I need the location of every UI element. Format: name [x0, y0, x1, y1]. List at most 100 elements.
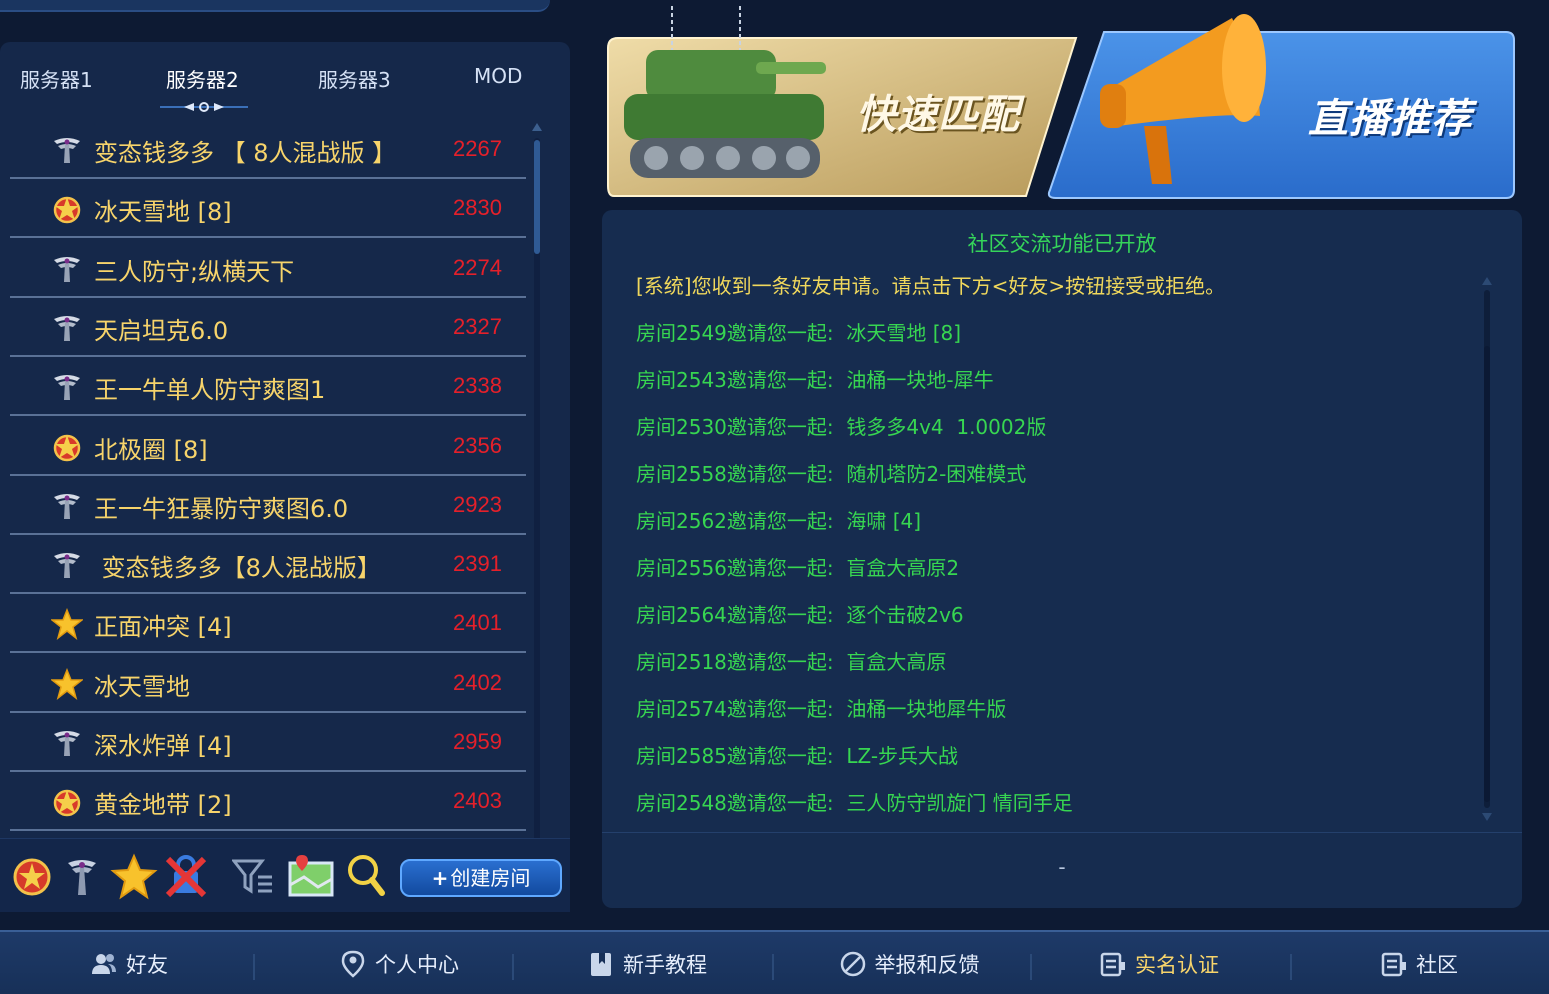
room-row[interactable]: 王一牛单人防守爽图1 2338 [10, 357, 526, 417]
room-number: 2356 [453, 432, 502, 458]
invite-message[interactable]: 房间2574邀请您一起: 油桶一块地犀牛版 [636, 693, 1006, 722]
invite-message[interactable]: 房间2548邀请您一起: 三人防守凯旋门 情同手足 [636, 787, 1073, 816]
invite-message[interactable]: 房间2530邀请您一起: 钱多多4v4 1.0002版 [636, 411, 1046, 440]
room-name: 冰天雪地 [94, 672, 190, 701]
room-filter-toolbar: + 创建房间 [0, 838, 570, 912]
live-recommend-banner[interactable]: 直播推荐 [1044, 0, 1518, 204]
gold-star-filter-icon[interactable] [110, 853, 158, 901]
chat-scrollbar[interactable] [1480, 276, 1494, 822]
map-filter-icon[interactable] [288, 855, 334, 899]
room-number: 2274 [453, 254, 502, 280]
live-recommend-title: 直播推荐 [1308, 96, 1472, 142]
winged-emblem-icon [50, 312, 84, 344]
room-name: 三人防守;纵横天下 [94, 257, 295, 286]
room-name: 北极圈 [8] [94, 435, 208, 464]
tab-server-2[interactable]: 服务器2 [166, 64, 239, 93]
room-row[interactable]: 深水炸弹 [4] 2959 [10, 713, 526, 772]
winged-emblem-icon [50, 134, 84, 166]
room-number: 2327 [453, 313, 502, 339]
invite-message[interactable]: 房间2585邀请您一起: LZ-步兵大战 [636, 740, 958, 769]
room-row[interactable]: 北极圈 [8] 2356 [10, 417, 526, 476]
room-row[interactable]: 天启坦克6.0 2327 [10, 298, 526, 357]
room-number: 2830 [453, 195, 502, 221]
room-row[interactable]: 变态钱多多 【 8人混战版 】 2267 [10, 120, 526, 179]
filter-funnel-icon[interactable] [232, 857, 276, 897]
chat-input-text[interactable]: - [602, 855, 1522, 879]
invite-message[interactable]: 房间2556邀请您一起: 盲盒大高原2 [636, 552, 959, 581]
scroll-up-arrow-icon[interactable] [531, 122, 543, 132]
invite-message[interactable]: 房间2562邀请您一起: 海啸 [4] [636, 505, 921, 534]
chat-input-area[interactable]: - [602, 832, 1522, 908]
invite-message[interactable]: 房间2558邀请您一起: 随机塔防2-困难模式 [636, 458, 1026, 487]
bottom-nav: 好友 个人中心 新手教程 举报和反馈 实名认证 社区 [0, 930, 1549, 994]
room-row[interactable]: 变态钱多多【8人混战版】 2391 [10, 535, 526, 595]
nav-report[interactable]: 举报和反馈 [780, 932, 1038, 994]
search-magnifier-icon[interactable] [346, 853, 386, 899]
room-number: 2267 [453, 136, 502, 161]
chat-header: 社区交流功能已开放 [967, 232, 1157, 256]
create-room-button[interactable]: + 创建房间 [400, 859, 562, 897]
room-row[interactable]: 王一牛狂暴防守爽图6.0 2923 [10, 476, 526, 535]
invite-message[interactable]: 房间2518邀请您一起: 盲盒大高原 [636, 646, 946, 675]
nav-real-name-auth[interactable]: 实名认证 [1030, 932, 1288, 994]
top-strip [0, 0, 550, 12]
room-row[interactable]: 冰天雪地 [8] 2830 [10, 179, 526, 239]
tutorial-book-icon [591, 953, 611, 976]
room-row[interactable]: 正面冲突 [4] 2401 [10, 594, 526, 654]
room-name: 变态钱多多【8人混战版】 [94, 554, 381, 583]
room-name: 深水炸弹 [4] [94, 732, 232, 760]
chat-scroll-down-icon[interactable] [1481, 812, 1493, 822]
winged-emblem-icon [50, 490, 84, 522]
room-list-scrollbar[interactable] [530, 122, 544, 870]
tab-server-3[interactable]: 服务器3 [318, 64, 391, 93]
room-name: 变态钱多多 【 8人混战版 】 [94, 139, 397, 167]
nav-divider [772, 954, 774, 980]
friends-icon [92, 954, 116, 974]
chat-message-list: [系统]您收到一条好友申请。请点击下方<好友>按钮接受或拒绝。 房间2549邀请您… [636, 270, 1476, 830]
nav-report-label: 举报和反馈 [874, 953, 980, 977]
room-row[interactable]: 三人防守;纵横天下 2274 [10, 239, 526, 298]
nav-tutorial[interactable]: 新手教程 [518, 932, 776, 994]
server-tabs: 服务器1 服务器2 服务器3 MOD [0, 42, 570, 120]
quick-match-title: 快速匹配 [856, 92, 1020, 138]
nav-community[interactable]: 社区 [1290, 932, 1548, 994]
nav-real-name-auth-label: 实名认证 [1135, 953, 1219, 977]
winged-emblem-icon [50, 549, 84, 581]
invite-message[interactable]: 房间2543邀请您一起: 油桶一块地-犀牛 [636, 364, 994, 393]
nav-profile[interactable]: 个人中心 [270, 932, 528, 994]
red-star-badge-filter-icon[interactable] [10, 855, 54, 899]
winged-emblem-icon [50, 253, 84, 285]
nav-profile-label: 个人中心 [375, 953, 459, 977]
report-icon [840, 951, 865, 977]
room-name: 冰天雪地 [8] [94, 198, 232, 227]
room-number: 2391 [453, 551, 502, 577]
gold-star-icon [50, 667, 84, 700]
room-number: 2401 [453, 610, 502, 636]
tab-server-1[interactable]: 服务器1 [20, 64, 93, 93]
red-star-badge-icon [50, 431, 84, 463]
tank-icon [624, 50, 826, 178]
room-row[interactable]: 冰天雪地 2402 [10, 654, 526, 713]
invite-message[interactable]: 房间2564邀请您一起: 逐个击破2v6 [636, 599, 964, 628]
winged-emblem-icon [50, 371, 84, 403]
winged-emblem-filter-icon[interactable] [62, 855, 102, 899]
plus-icon: + [431, 866, 449, 890]
nav-friends[interactable]: 好友 [0, 932, 258, 994]
tab-mod[interactable]: MOD [474, 64, 522, 88]
locked-room-filter-icon[interactable] [162, 853, 210, 901]
chat-scroll-thumb[interactable] [1484, 346, 1490, 802]
nav-community-label: 社区 [1416, 953, 1458, 977]
room-row[interactable]: 黄金地带 [2] 2403 [10, 772, 526, 832]
chat-scroll-up-icon[interactable] [1481, 276, 1493, 286]
create-room-label: 创建房间 [450, 866, 531, 890]
red-star-badge-icon [50, 193, 84, 225]
room-number: 2923 [453, 491, 502, 517]
scroll-thumb[interactable] [534, 140, 540, 254]
gold-star-icon [50, 608, 84, 641]
profile-icon [341, 950, 365, 978]
room-list-panel: 服务器1 服务器2 服务器3 MOD 变态钱多多 【 8人混战版 】 2267 冰天… [0, 42, 570, 912]
red-star-badge-icon [50, 786, 84, 818]
room-name: 天启坦克6.0 [94, 316, 229, 345]
invite-message[interactable]: 房间2549邀请您一起: 冰天雪地 [8] [636, 317, 961, 346]
quick-match-banner[interactable]: 快速匹配 [606, 0, 1078, 198]
